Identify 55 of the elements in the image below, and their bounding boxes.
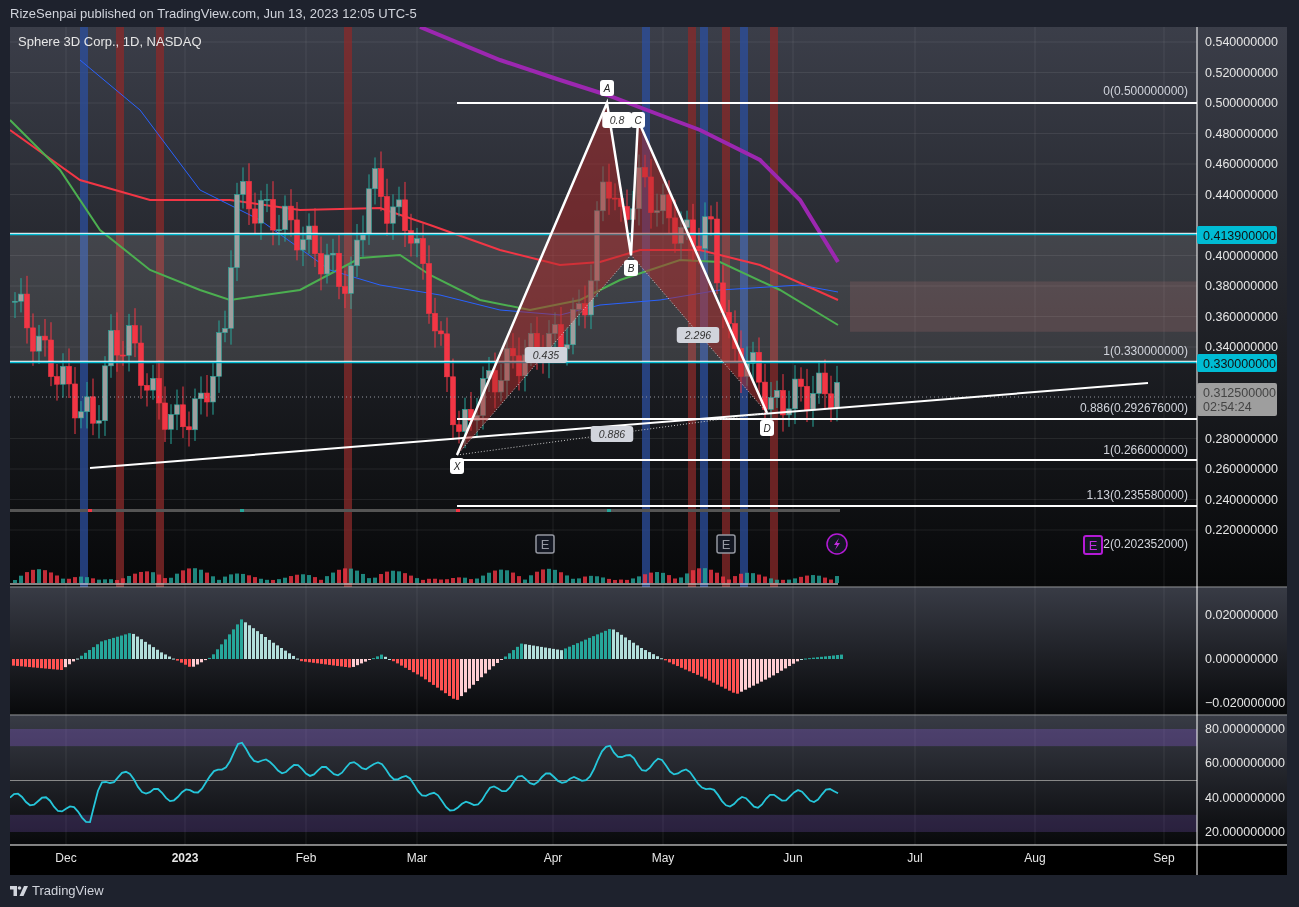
price-axis-label: 0.540000000	[1205, 35, 1278, 49]
publish-info: RizeSenpai published on TradingView.com, Jun 13, 2023 12:05 UTC-5	[10, 4, 417, 23]
point-label: C	[631, 112, 645, 128]
earnings-marker[interactable]: E	[716, 534, 736, 554]
ratio-label: 0.886	[590, 426, 634, 442]
macd-axis-label: 0.020000000	[1205, 608, 1278, 622]
ratio-label: 2.296	[676, 327, 720, 343]
price-axis-label: 0.220000000	[1205, 523, 1278, 537]
price-axis-label: 0.380000000	[1205, 279, 1278, 293]
chart-title: Sphere 3D Corp., 1D, NASDAQ	[18, 34, 202, 49]
time-axis-label: Jun	[783, 851, 803, 865]
macd-axis-label: −0.020000000	[1205, 696, 1286, 710]
brand-name: TradingView	[32, 882, 104, 900]
time-axis-label: 2023	[171, 851, 199, 865]
price-axis-label: 0.480000000	[1205, 126, 1278, 141]
macd-axis-label: 0.000000000	[1205, 652, 1278, 666]
price-badge: 0.330000000	[1197, 354, 1277, 372]
price-axis-label: 0.520000000	[1205, 65, 1278, 80]
price-axis-label: 0.400000000	[1205, 248, 1278, 263]
fib-level-label: 2(0.202352000)	[1103, 537, 1188, 551]
ratio-label: 0.8	[602, 112, 632, 128]
price-badge: 0.413900000	[1197, 226, 1277, 244]
time-axis-label: Feb	[295, 851, 317, 865]
price-badge: 0.312500000 02:54:24	[1197, 383, 1277, 416]
point-label: D	[760, 420, 774, 436]
earnings-marker[interactable]: E	[535, 534, 555, 554]
earnings-marker[interactable]: E	[1083, 535, 1103, 555]
rsi-axis-label: 40.000000000	[1205, 791, 1285, 805]
fib-level-label: 1(0.330000000)	[1103, 344, 1188, 358]
time-axis-label: Aug	[1024, 851, 1046, 865]
price-axis-label: 0.440000000	[1205, 187, 1278, 202]
time-axis-label: Jul	[907, 851, 923, 865]
rsi-axis-label: 20.000000000	[1205, 825, 1285, 839]
time-axis-label: Apr	[543, 851, 563, 865]
point-label: A	[600, 80, 614, 96]
price-axis-label: 0.280000000	[1205, 431, 1278, 446]
price-axis-label: 0.260000000	[1205, 462, 1278, 476]
price-axis-label: 0.360000000	[1205, 309, 1278, 324]
time-axis-label: Sep	[1153, 851, 1175, 865]
fib-level-label: 0(0.500000000)	[1103, 84, 1188, 98]
price-axis-label: 0.340000000	[1205, 340, 1278, 354]
ratio-label: 0.435	[524, 347, 568, 363]
fib-level-label: 1.13(0.235580000)	[1086, 488, 1188, 502]
point-label: X	[450, 458, 464, 474]
point-label: B	[624, 260, 638, 276]
price-axis-label: 0.240000000	[1205, 492, 1278, 507]
time-axis-label: May	[651, 851, 675, 865]
price-axis-label: 0.460000000	[1205, 157, 1278, 171]
rsi-axis-label: 80.000000000	[1205, 722, 1285, 736]
fib-level-label: 0.886(0.292676000)	[1079, 401, 1188, 415]
time-axis-label: Dec	[55, 851, 77, 865]
rsi-axis-label: 60.000000000	[1205, 756, 1285, 770]
time-axis-label: Mar	[406, 851, 428, 865]
fib-level-label: 1(0.266000000)	[1103, 443, 1188, 457]
price-axis-label: 0.500000000	[1205, 96, 1278, 110]
